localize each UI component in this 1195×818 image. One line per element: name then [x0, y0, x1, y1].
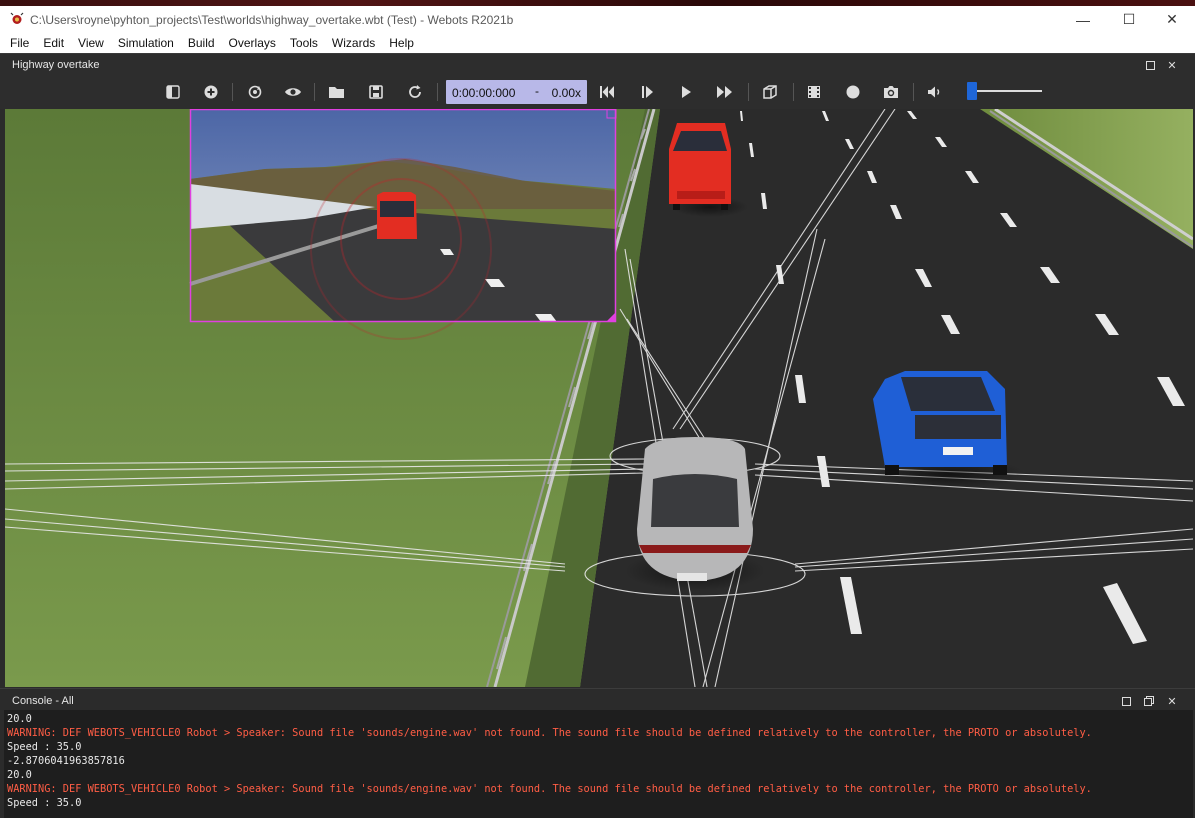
console-output[interactable]: 20.0 WARNING: DEF WEBOTS_VEHICLE0 Robot …: [4, 710, 1193, 818]
close-icon: ✕: [1166, 11, 1178, 27]
console-line: 20.0: [7, 713, 32, 725]
console-header: Console - All ✕: [0, 688, 1195, 710]
menu-wizards[interactable]: Wizards: [325, 33, 382, 53]
minimize-icon: —: [1076, 11, 1090, 28]
minimize-button[interactable]: —: [1060, 6, 1106, 33]
console-line: 20.0: [7, 769, 32, 781]
menu-bar: File Edit View Simulation Build Overlays…: [0, 33, 1195, 53]
toolbar-separator: [793, 83, 794, 101]
volume-slider-handle[interactable]: [966, 82, 977, 100]
console-warning-line: WARNING: DEF WEBOTS_VEHICLE0 Robot > Spe…: [7, 727, 1092, 739]
close-button[interactable]: ✕: [1149, 6, 1195, 33]
step-icon[interactable]: [637, 82, 657, 102]
ego-car: [625, 437, 765, 591]
open-world-icon[interactable]: [327, 82, 347, 102]
record-movie-icon[interactable]: [804, 82, 824, 102]
reload-world-icon[interactable]: [405, 82, 425, 102]
console-float-icon[interactable]: [1142, 694, 1156, 708]
3d-view-icon[interactable]: [760, 82, 780, 102]
console-warning-line: WARNING: DEF WEBOTS_VEHICLE0 Robot > Spe…: [7, 783, 1092, 795]
screenshot-icon[interactable]: [881, 82, 901, 102]
3d-viewport[interactable]: [5, 109, 1193, 687]
webots-window: C:\Users\royne\pyhton_projects\Test\worl…: [0, 0, 1195, 818]
camera-overlay[interactable]: [189, 109, 617, 340]
console-title: Console - All: [12, 695, 74, 707]
view3d-title: Highway overtake: [12, 59, 100, 71]
maximize-button[interactable]: ☐: [1106, 6, 1152, 33]
speed-separator: -: [535, 84, 539, 98]
view3d-maximize-icon[interactable]: [1143, 58, 1157, 72]
console-line: Speed : 35.0: [7, 741, 82, 753]
console-close-icon[interactable]: ✕: [1165, 694, 1179, 708]
menu-view[interactable]: View: [71, 33, 111, 53]
view3d-header: Highway overtake ✕: [0, 53, 1195, 75]
record-icon[interactable]: [843, 82, 863, 102]
menu-overlays[interactable]: Overlays: [222, 33, 283, 53]
simulation-toolbar: [0, 75, 1195, 109]
simulation-time-display: 0:00:00:000 - 0.00x: [446, 80, 587, 104]
toolbar-separator: [232, 83, 233, 101]
menu-simulation[interactable]: Simulation: [111, 33, 181, 53]
menu-file[interactable]: File: [3, 33, 36, 53]
menu-tools[interactable]: Tools: [283, 33, 325, 53]
window-title: C:\Users\royne\pyhton_projects\Test\worl…: [30, 13, 514, 27]
view-eye-icon[interactable]: [283, 82, 303, 102]
camera-red-van: [377, 192, 417, 239]
menu-build[interactable]: Build: [181, 33, 222, 53]
fast-forward-icon[interactable]: [715, 82, 735, 102]
scene-tree-toggle-icon[interactable]: [163, 82, 183, 102]
sound-icon[interactable]: [925, 82, 945, 102]
maximize-icon: ☐: [1122, 11, 1136, 27]
simulation-time: 0:00:00:000: [452, 86, 516, 100]
console-maximize-icon[interactable]: [1119, 694, 1133, 708]
simulation-speed: 0.00x: [551, 86, 581, 100]
title-bar: C:\Users\royne\pyhton_projects\Test\worl…: [0, 6, 1195, 33]
toolbar-separator: [748, 83, 749, 101]
volume-slider-track[interactable]: [968, 90, 1042, 92]
add-node-icon[interactable]: [201, 82, 221, 102]
console-line: Speed : 35.0: [7, 797, 82, 809]
reset-simulation-icon[interactable]: [597, 82, 617, 102]
reset-viewpoint-icon[interactable]: [245, 82, 265, 102]
toolbar-separator: [314, 83, 315, 101]
save-world-icon[interactable]: [366, 82, 386, 102]
toolbar-separator: [913, 83, 914, 101]
menu-edit[interactable]: Edit: [36, 33, 71, 53]
view3d-close-icon[interactable]: ✕: [1165, 58, 1179, 72]
menu-help[interactable]: Help: [382, 33, 421, 53]
console-line: -2.8706041963857816: [7, 755, 125, 767]
play-icon[interactable]: [676, 82, 696, 102]
highway-scene: [5, 109, 1193, 687]
webots-app-icon: [10, 12, 24, 24]
toolbar-separator: [437, 83, 438, 101]
blue-suv: [873, 371, 1025, 490]
